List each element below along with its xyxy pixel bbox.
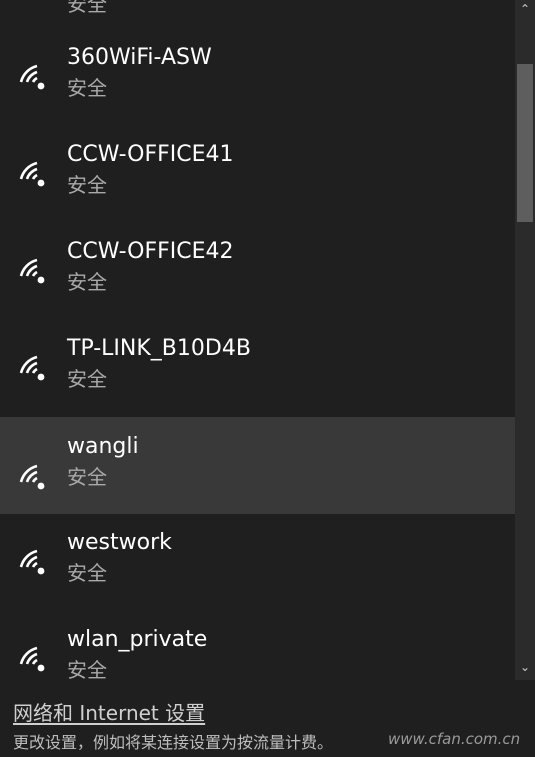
network-name: TP-LINK_B10D4B [67, 336, 251, 361]
watermark: www.cfan.com.cn [388, 730, 521, 748]
wifi-signal-icon [15, 460, 51, 496]
wifi-signal-icon [15, 545, 51, 581]
network-status: 安全 [67, 658, 107, 680]
network-item-tp-link-b10d4b[interactable]: TP-LINK_B10D4B 安全 [0, 308, 515, 405]
chevron-up-icon[interactable]: ⌃ [515, 0, 535, 18]
wifi-signal-icon [15, 642, 51, 678]
footer: 网络和 Internet 设置 更改设置，例如将某连接设置为按流量计费。 www… [0, 680, 535, 757]
chevron-down-icon[interactable]: ⌄ [515, 658, 535, 676]
network-item-wlan-private[interactable]: wlan_private 安全 [0, 599, 515, 680]
network-status: 安全 [67, 465, 107, 489]
network-status: 安全 [67, 270, 107, 294]
network-name: 360WiFi-ASW [67, 45, 212, 70]
network-name: wlan_private [67, 627, 208, 652]
network-status: 安全 [67, 367, 107, 391]
network-name: westwork [67, 530, 172, 555]
scroll-thumb[interactable] [517, 64, 533, 222]
network-item-wangli[interactable]: wangli 安全 [0, 417, 515, 514]
wifi-flyout: 安全 360WiFi-ASW 安全 CCW-OFFICE41 安全 CCW-OF… [0, 0, 535, 757]
network-item-ccw-office41[interactable]: CCW-OFFICE41 安全 [0, 114, 515, 211]
partial-network-status: 安全 [67, 0, 107, 16]
network-list[interactable]: 安全 360WiFi-ASW 安全 CCW-OFFICE41 安全 CCW-OF… [0, 0, 515, 680]
network-status: 安全 [67, 561, 107, 585]
network-item-ccw-office42[interactable]: CCW-OFFICE42 安全 [0, 211, 515, 308]
wifi-signal-icon [15, 254, 51, 290]
network-item-westwork[interactable]: westwork 安全 [0, 502, 515, 599]
network-name: CCW-OFFICE42 [67, 239, 234, 264]
wifi-signal-icon [15, 60, 51, 96]
network-name: wangli [67, 434, 139, 459]
settings-hint-text: 更改设置，例如将某连接设置为按流量计费。 [13, 733, 334, 752]
network-settings-link[interactable]: 网络和 Internet 设置 [13, 697, 205, 726]
network-status: 安全 [67, 76, 107, 100]
scrollbar[interactable]: ⌃ ⌄ [515, 0, 535, 680]
network-status: 安全 [67, 173, 107, 197]
network-name: CCW-OFFICE41 [67, 142, 234, 167]
network-item-360wifi-asw[interactable]: 360WiFi-ASW 安全 [0, 17, 515, 114]
wifi-signal-icon [15, 351, 51, 387]
wifi-signal-icon [15, 157, 51, 193]
